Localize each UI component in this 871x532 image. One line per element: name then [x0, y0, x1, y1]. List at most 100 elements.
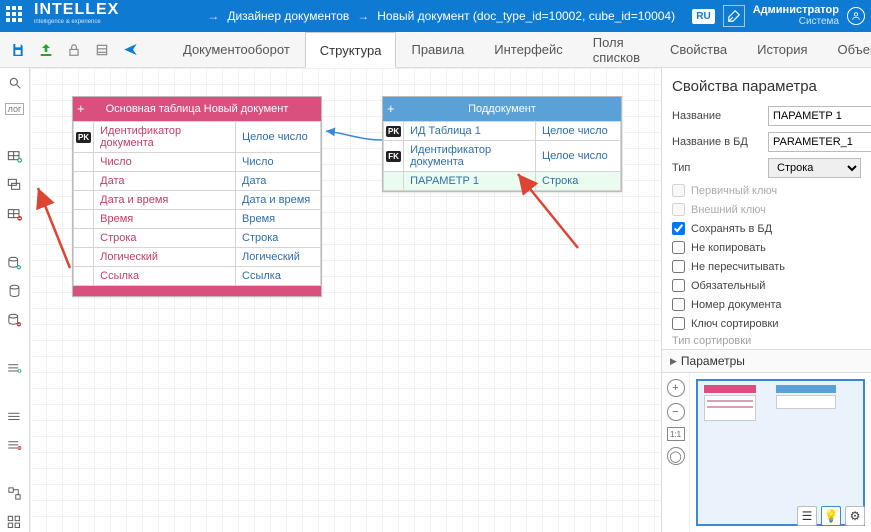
col-type: Дата и время: [236, 191, 321, 210]
panel-title: Свойства параметра: [662, 68, 871, 103]
arrow-icon: →: [207, 9, 219, 23]
key-badge: FK: [386, 151, 401, 162]
col-type: Целое число: [536, 141, 621, 172]
layout-icon[interactable]: [5, 485, 25, 504]
user-block[interactable]: Администратор Система: [753, 4, 839, 28]
col-name: Строка: [94, 229, 236, 248]
search-icon[interactable]: [5, 74, 25, 93]
type-select[interactable]: Строка: [768, 158, 861, 178]
zoom-fit-icon[interactable]: ◯: [667, 447, 685, 465]
db-icon[interactable]: [5, 282, 25, 301]
table-row[interactable]: FKИдентификатор документаЦелое число: [384, 141, 621, 172]
table-title: Основная таблица Новый документ: [106, 103, 289, 115]
col-name: Идентификатор документа: [404, 141, 536, 172]
tab-5[interactable]: Свойства: [655, 32, 742, 67]
col-type: Дата: [236, 172, 321, 191]
chevron-right-icon: ▶: [670, 356, 677, 367]
col-type: Время: [236, 210, 321, 229]
tab-1[interactable]: Структура: [305, 32, 397, 68]
table-row[interactable]: Дата и времяДата и время: [74, 191, 321, 210]
table-row[interactable]: ПАРАМЕТР 1Строка: [384, 172, 621, 191]
label-sorttype: Тип сортировки: [672, 335, 762, 347]
sortkey-checkbox[interactable]: [672, 317, 685, 330]
row-add-icon[interactable]: [5, 359, 25, 378]
app-header: INTELLEX intelligence & experience → Диз…: [0, 0, 871, 32]
table-row[interactable]: СсылкаСсылка: [74, 267, 321, 286]
tab-3[interactable]: Интерфейс: [479, 32, 577, 67]
breadcrumb-item[interactable]: Дизайнер документов: [227, 9, 349, 23]
table-row[interactable]: ЧислоЧисло: [74, 153, 321, 172]
name-input[interactable]: [768, 106, 871, 126]
table-add-icon[interactable]: [5, 148, 25, 167]
zoom-reset-icon[interactable]: 1:1: [667, 427, 685, 441]
breadcrumb-item[interactable]: Новый документ (doc_type_id=10002, cube_…: [377, 9, 675, 23]
col-name: ПАРАМЕТР 1: [404, 172, 536, 191]
row-icon[interactable]: [5, 408, 25, 427]
tab-4[interactable]: Поля списков: [578, 32, 655, 67]
user-name: Администратор: [753, 4, 839, 16]
table-dup-icon[interactable]: [5, 177, 25, 196]
table-row[interactable]: ДатаДата: [74, 172, 321, 191]
user-role: Система: [753, 16, 839, 28]
required-checkbox[interactable]: [672, 279, 685, 292]
key-badge: PK: [386, 126, 401, 137]
zoom-out-icon[interactable]: −: [667, 403, 685, 421]
table-row[interactable]: ВремяВремя: [74, 210, 321, 229]
norecalc-checkbox[interactable]: [672, 260, 685, 273]
tab-6[interactable]: История: [742, 32, 822, 67]
table-row[interactable]: ЛогическийЛогический: [74, 248, 321, 267]
settings-icon[interactable]: [723, 5, 745, 27]
log-label[interactable]: лог: [5, 103, 25, 115]
nocopy-checkbox[interactable]: [672, 241, 685, 254]
label-type: Тип: [672, 162, 762, 174]
label-dbname: Название в БД: [672, 136, 762, 148]
col-type: Целое число: [536, 122, 621, 141]
zoom-in-icon[interactable]: +: [667, 379, 685, 397]
list-icon[interactable]: [92, 40, 112, 60]
table-row[interactable]: PKИД Таблица 1Целое число: [384, 122, 621, 141]
table-row[interactable]: СтрокаСтрока: [74, 229, 321, 248]
table-card-main[interactable]: + Основная таблица Новый документ PKИден…: [72, 96, 322, 297]
dbname-input[interactable]: [768, 132, 871, 152]
col-name: ИД Таблица 1: [404, 122, 536, 141]
properties-panel: Свойства параметра Название Название в Б…: [661, 68, 871, 532]
corner-list-icon[interactable]: ☰: [797, 506, 817, 526]
table-card-sub[interactable]: + Поддокумент PKИД Таблица 1Целое числоF…: [382, 96, 622, 192]
user-avatar-icon[interactable]: [847, 7, 865, 25]
tabs: ДокументооборотСтруктураПравилаИнтерфейс…: [168, 32, 871, 67]
tab-0[interactable]: Документооборот: [168, 32, 305, 67]
add-column-icon[interactable]: +: [77, 101, 85, 116]
lock-icon[interactable]: [64, 40, 84, 60]
minimap[interactable]: [696, 379, 865, 526]
foreign-checkbox: [672, 203, 685, 216]
lang-badge[interactable]: RU: [692, 9, 714, 24]
minimap-tools: + − 1:1 ◯: [662, 373, 690, 532]
corner-bulb-icon[interactable]: 💡: [821, 506, 841, 526]
section-parameters[interactable]: ▶ Параметры: [662, 349, 871, 372]
db-add-icon[interactable]: [5, 254, 25, 273]
primary-checkbox: [672, 184, 685, 197]
corner-gear-icon[interactable]: ⚙: [845, 506, 865, 526]
table-remove-icon[interactable]: [5, 205, 25, 224]
savedb-checkbox[interactable]: [672, 222, 685, 235]
docnum-checkbox[interactable]: [672, 298, 685, 311]
apps-icon[interactable]: [6, 6, 26, 26]
table-row[interactable]: PKИдентификатор документаЦелое число: [74, 122, 321, 153]
col-type: Ссылка: [236, 267, 321, 286]
upload-icon[interactable]: [36, 40, 56, 60]
col-type: Строка: [236, 229, 321, 248]
tab-7[interactable]: Объекты: [823, 32, 871, 67]
row-remove-icon[interactable]: [5, 436, 25, 455]
col-type: Целое число: [236, 122, 321, 153]
save-icon[interactable]: [8, 40, 28, 60]
col-type: Логический: [236, 248, 321, 267]
canvas[interactable]: + Основная таблица Новый документ PKИден…: [30, 68, 661, 532]
col-name: Дата: [94, 172, 236, 191]
tab-2[interactable]: Правила: [396, 32, 479, 67]
layout-grid-icon[interactable]: [5, 513, 25, 532]
col-type: Число: [236, 153, 321, 172]
send-icon[interactable]: [120, 40, 140, 60]
add-column-icon[interactable]: +: [387, 101, 395, 116]
subheader: ДокументооборотСтруктураПравилаИнтерфейс…: [0, 32, 871, 68]
db-remove-icon[interactable]: [5, 311, 25, 330]
